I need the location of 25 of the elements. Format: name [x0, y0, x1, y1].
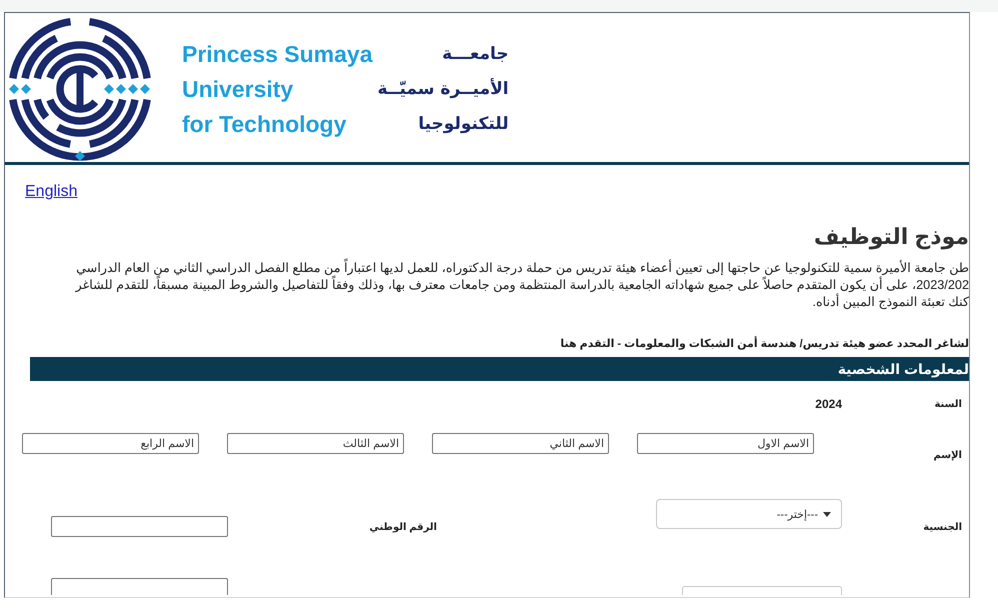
logo-arabic-text: للتكنولوجيا: [418, 114, 509, 134]
field-label: السنة: [934, 398, 962, 410]
logo-arabic-text: الأميــرة سميّــة: [378, 79, 509, 99]
vacancy-heading: لشاغر المحدد عضو هيئة تدريس/ هندسة أمن الشبكات والمعلومات - التقدم هنا: [560, 336, 969, 352]
input-field[interactable]: [51, 578, 228, 595]
dropdown-field[interactable]: ---إختر---: [656, 499, 842, 529]
year-value: 2024: [815, 397, 842, 411]
name-input-field[interactable]: الاسم الثالث: [227, 433, 404, 454]
caret-icon: [823, 512, 831, 516]
field-label: الإسم: [932, 450, 963, 463]
language-link[interactable]: English: [25, 183, 78, 200]
name-input-field[interactable]: الاسم الثاني: [432, 433, 609, 454]
input-field[interactable]: [51, 516, 228, 537]
name-input-field[interactable]: الاسم الرابع: [22, 433, 199, 454]
name-input-field[interactable]: الاسم الاول: [637, 433, 814, 454]
field-label: الجنسية: [923, 522, 962, 533]
field-label: الرقم الوطني: [369, 522, 437, 533]
logo-english-text: Princess Sumaya: [182, 40, 373, 68]
logo-arabic-text: جامعـــة: [442, 44, 509, 64]
logo-english-text: for Technology: [182, 110, 348, 138]
section-header: لمعلومات الشخصية: [30, 357, 969, 381]
logo-english-text: University: [182, 76, 294, 102]
intro-paragraph: طن جامعة الأميرة سمية للتكنولوجيا عن حاجتها إلى تعيين أعضاء هيئة تدريس من حملة درجة الدكتوراه، للعمل لديها اعتباراً من مطلع الفصل الدراسي الثاني من العام الدراسي 2023/202، على أن يكون المتقدم حاصلاً على جميع شهاداته الجامعية بالدراسة المنتظمة ومن جامعات معترف بها، وذلك وفقاً للتفاصيل والشروط المبينة مسبقاً، للتقدم للشاغر كنك تعبئة النموذج المبين أدناه.: [76, 260, 969, 311]
page-title: موذج التوظيف: [814, 223, 969, 252]
input-field[interactable]: [682, 586, 842, 595]
